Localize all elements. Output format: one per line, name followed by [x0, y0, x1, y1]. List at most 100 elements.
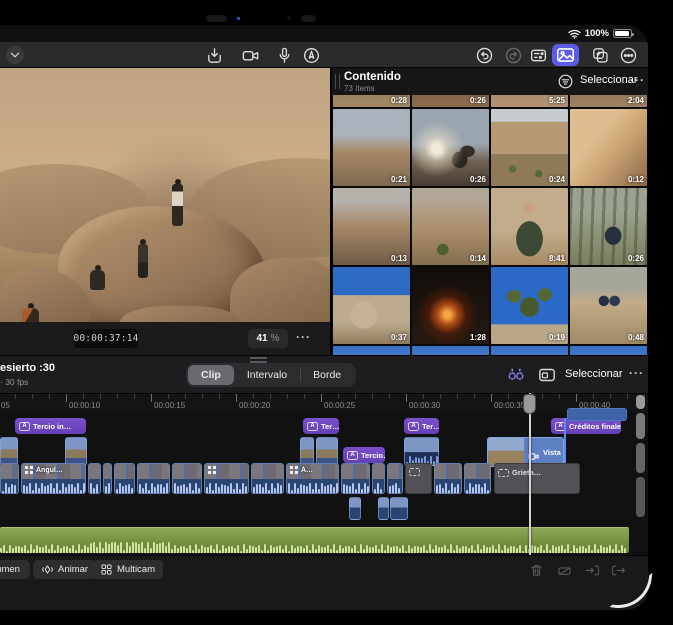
- media-thumbnail[interactable]: [412, 346, 489, 355]
- top-toolbar: [0, 42, 648, 68]
- media-thumbnail[interactable]: 0:26: [412, 95, 489, 107]
- media-thumbnail[interactable]: 0:24: [491, 109, 568, 186]
- timeline-select-button[interactable]: Seleccionar: [565, 368, 622, 380]
- media-thumbnail[interactable]: 0:12: [570, 109, 647, 186]
- segment-intervalo[interactable]: Intervalo: [234, 365, 302, 385]
- ruler-tick: [593, 394, 594, 399]
- storyline-clip[interactable]: [0, 463, 19, 494]
- clip-label: [409, 468, 420, 476]
- segment-clip[interactable]: Clip: [188, 365, 234, 385]
- disabled-clip[interactable]: [405, 463, 432, 494]
- media-thumbnail[interactable]: 0:26: [412, 109, 489, 186]
- media-thumbnail[interactable]: 0:26: [570, 188, 647, 265]
- clip-label: Ángul…: [25, 466, 63, 474]
- inspector-button[interactable]: [528, 45, 548, 65]
- button-animar[interactable]: Animar: [33, 560, 97, 579]
- clip-filmstrip: [115, 464, 134, 480]
- redo-button[interactable]: [503, 45, 523, 65]
- media-thumbnail[interactable]: 0:28: [333, 95, 410, 107]
- timeline-ruler[interactable]: 05 00:00:10 00:00:15 00:00:20 00:00:25 00:00:…: [0, 393, 648, 412]
- effects-button[interactable]: [590, 45, 610, 65]
- media-thumbnail[interactable]: 0:48: [570, 267, 647, 344]
- more-button[interactable]: [618, 45, 638, 65]
- multicam-icon: [100, 563, 113, 576]
- viewer-more-button[interactable]: ···: [296, 330, 311, 344]
- playhead-handle[interactable]: [523, 394, 536, 414]
- browser-select-button[interactable]: Seleccionar: [580, 74, 637, 86]
- pip-icon[interactable]: [537, 365, 557, 385]
- scrollbar-thumb[interactable]: [636, 413, 645, 439]
- ruler-tick: [32, 394, 33, 399]
- browser-more-button[interactable]: ···: [630, 73, 645, 87]
- media-thumbnail[interactable]: 5:25: [491, 95, 568, 107]
- storyline-clip[interactable]: Ángul…: [21, 463, 86, 494]
- chevron-down-button[interactable]: [6, 46, 24, 64]
- media-thumbnail[interactable]: [333, 346, 410, 355]
- storyline-clip[interactable]: [434, 463, 462, 494]
- filter-icon[interactable]: [557, 73, 574, 90]
- connected-clip[interactable]: [65, 437, 87, 466]
- media-thumbnail[interactable]: [491, 346, 568, 355]
- title-clip[interactable]: A Ter…: [303, 418, 339, 434]
- storyline-clip[interactable]: [387, 463, 403, 494]
- undo-button[interactable]: [474, 45, 494, 65]
- storyline-clip[interactable]: [204, 463, 249, 494]
- media-browser-button[interactable]: [552, 44, 579, 66]
- media-thumbnail[interactable]: 0:37: [333, 267, 410, 344]
- mic-button[interactable]: [274, 45, 294, 65]
- media-thumbnail[interactable]: 0:14: [412, 188, 489, 265]
- trash-icon[interactable]: [528, 562, 545, 579]
- insert-icon[interactable]: [584, 562, 601, 579]
- title-clip[interactable]: A Tercio in…: [15, 418, 86, 434]
- disabled-clip[interactable]: Grieta…: [494, 463, 580, 494]
- storyline-clip[interactable]: Á…: [286, 463, 339, 494]
- tablet-device: 100% 00:00:37:14 41 % ··· Contenido 73 í…: [0, 0, 673, 625]
- media-thumbnail[interactable]: 1:28: [412, 267, 489, 344]
- button-lumen[interactable]: lumen: [0, 560, 30, 579]
- timeline-more-button[interactable]: ···: [629, 366, 644, 380]
- connected-clip[interactable]: [300, 437, 314, 466]
- media-thumbnail[interactable]: 0:21: [333, 109, 410, 186]
- timecode-display[interactable]: 00:00:37:14: [73, 329, 138, 348]
- connected-clip-below[interactable]: [349, 497, 361, 520]
- ruler-tick: [287, 394, 288, 399]
- storyline-clip[interactable]: [341, 463, 370, 494]
- storyline-clip[interactable]: [103, 463, 112, 494]
- scrollbar-thumb[interactable]: [636, 395, 645, 409]
- music-clip[interactable]: [0, 527, 629, 553]
- camera-button[interactable]: [240, 45, 260, 65]
- storyline-clip[interactable]: [372, 463, 385, 494]
- title-clip[interactable]: A Ter…: [404, 418, 439, 434]
- media-thumbnail[interactable]: 0:13: [333, 188, 410, 265]
- media-thumbnail[interactable]: 8:41: [491, 188, 568, 265]
- scrollbar-thumb[interactable]: [636, 443, 645, 473]
- media-thumbnail[interactable]: 0:19: [491, 267, 568, 344]
- segment-borde[interactable]: Borde: [300, 365, 354, 385]
- connect-icon[interactable]: [506, 365, 526, 385]
- storyline-clip[interactable]: [88, 463, 101, 494]
- title-clip[interactable]: ATercio…: [343, 447, 385, 463]
- connected-clip[interactable]: [0, 437, 18, 466]
- connected-clip-below[interactable]: [390, 497, 408, 520]
- button-multicam[interactable]: Multicam: [92, 560, 164, 579]
- connected-clip[interactable]: [316, 437, 338, 466]
- media-thumbnail[interactable]: [570, 346, 647, 355]
- panel-drag-handle[interactable]: [335, 74, 340, 89]
- storyline-clip[interactable]: [114, 463, 135, 494]
- storyline-clip[interactable]: [464, 463, 491, 494]
- zoom-control[interactable]: 41 %: [248, 329, 288, 348]
- connected-clip[interactable]: [404, 437, 439, 466]
- media-thumbnail[interactable]: 2:04: [570, 95, 647, 107]
- overlay-clip[interactable]: [567, 408, 627, 421]
- storyline-clip[interactable]: [251, 463, 284, 494]
- storyline-clip[interactable]: [137, 463, 170, 494]
- ruler-tick: [491, 394, 492, 402]
- import-button[interactable]: [204, 45, 224, 65]
- clip-waveform: [342, 479, 369, 493]
- scrollbar-thumb[interactable]: [636, 477, 645, 517]
- razor-icon[interactable]: [556, 562, 573, 579]
- video-preview[interactable]: [0, 68, 330, 322]
- pencil-button[interactable]: [301, 45, 321, 65]
- connected-clip-below[interactable]: [378, 497, 389, 520]
- storyline-clip[interactable]: [172, 463, 202, 494]
